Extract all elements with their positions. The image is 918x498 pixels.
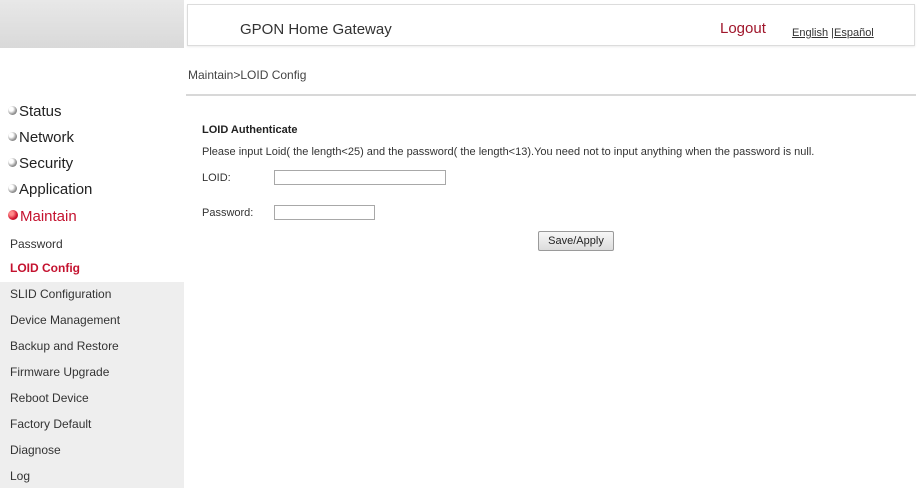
bullet-icon — [8, 131, 17, 141]
bullet-icon — [8, 183, 17, 193]
submenu-item-label: SLID Configuration — [10, 287, 112, 301]
loid-label: LOID: — [202, 172, 231, 184]
submenu-item-label: Firmware Upgrade — [10, 365, 110, 379]
submenu-item-backup-restore[interactable]: Backup and Restore — [0, 334, 184, 358]
menu-item-application[interactable]: Application — [8, 178, 178, 200]
menu-item-maintain[interactable]: Maintain — [8, 205, 178, 227]
loid-input[interactable] — [274, 170, 446, 185]
submenu: Password LOID Config SLID Configuration … — [0, 232, 184, 488]
menu-item-label: Status — [19, 102, 62, 120]
submenu-item-log[interactable]: Log — [0, 464, 184, 488]
submenu-item-label: LOID Config — [10, 261, 80, 275]
section-title: LOID Authenticate — [202, 124, 298, 136]
language-switcher: English |Español — [792, 27, 874, 39]
save-apply-button[interactable]: Save/Apply — [538, 231, 614, 251]
submenu-item-label: Log — [10, 469, 31, 483]
password-input[interactable] — [274, 205, 375, 220]
submenu-item-diagnose[interactable]: Diagnose — [0, 438, 184, 462]
password-label: Password: — [202, 207, 254, 219]
header-bar: GPON Home Gateway Logout English |Españo… — [187, 4, 915, 46]
submenu-item-loid-config[interactable]: LOID Config — [0, 256, 184, 280]
logout-link[interactable]: Logout — [720, 20, 766, 37]
bullet-icon — [8, 105, 17, 115]
submenu-item-label: Device Management — [10, 313, 121, 327]
menu-item-label: Network — [19, 128, 75, 146]
submenu-item-password[interactable]: Password — [0, 232, 184, 256]
lang-spanish-link[interactable]: Español — [834, 27, 874, 39]
submenu-item-factory-default[interactable]: Factory Default — [0, 412, 184, 436]
breadcrumb: Maintain>LOID Config — [188, 68, 307, 82]
app-title: GPON Home Gateway — [240, 21, 392, 38]
menu-item-label: Application — [19, 180, 93, 198]
lang-english-link[interactable]: English — [792, 27, 828, 39]
divider — [186, 94, 916, 96]
submenu-item-label: Diagnose — [10, 443, 61, 457]
submenu-item-label: Backup and Restore — [10, 339, 119, 353]
menu-item-security[interactable]: Security — [8, 152, 178, 174]
bullet-icon — [8, 157, 17, 167]
menu-item-label: Maintain — [20, 207, 77, 225]
submenu-item-slid-configuration[interactable]: SLID Configuration — [0, 282, 184, 306]
submenu-item-device-management[interactable]: Device Management — [0, 308, 184, 332]
submenu-item-label: Reboot Device — [10, 391, 89, 405]
menu-item-label: Security — [19, 154, 74, 172]
sidebar-logo-area — [0, 0, 184, 49]
submenu-item-firmware-upgrade[interactable]: Firmware Upgrade — [0, 360, 184, 384]
submenu-item-label: Factory Default — [10, 417, 92, 431]
instructions-text: Please input Loid( the length<25) and th… — [202, 146, 815, 158]
submenu-item-reboot-device[interactable]: Reboot Device — [0, 386, 184, 410]
menu-item-status[interactable]: Status — [8, 100, 178, 122]
submenu-item-label: Password — [10, 237, 63, 251]
menu-item-network[interactable]: Network — [8, 126, 178, 148]
bullet-icon — [8, 210, 18, 220]
